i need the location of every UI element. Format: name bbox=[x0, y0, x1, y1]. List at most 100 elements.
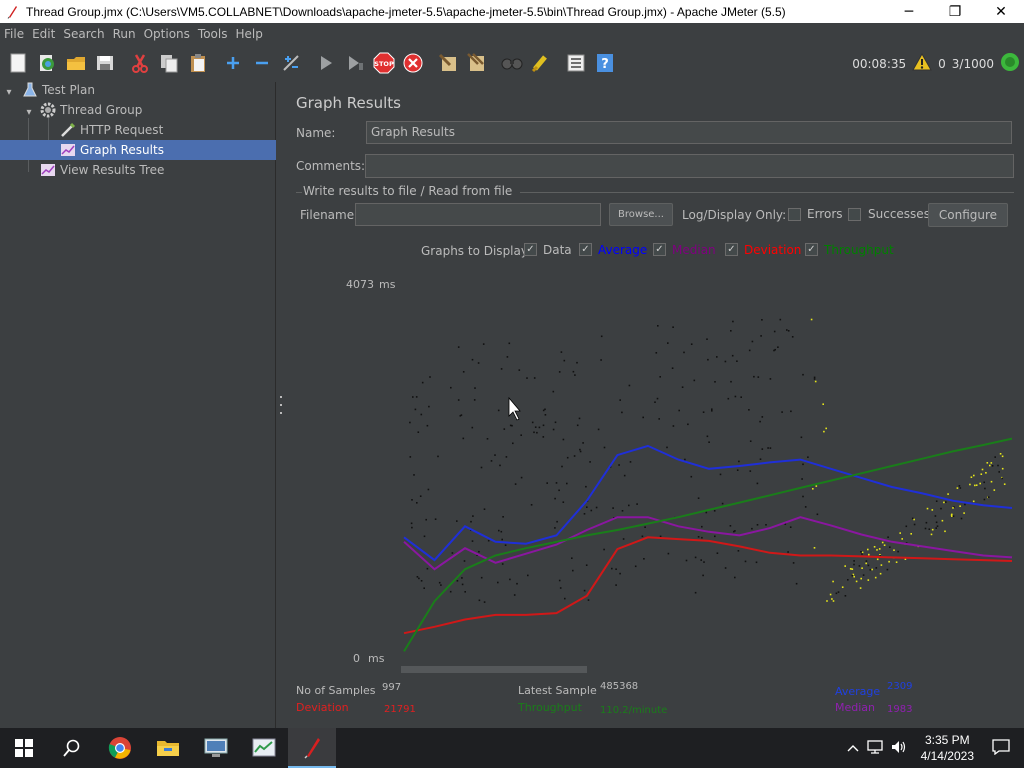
sample-point bbox=[958, 485, 961, 487]
sample-point bbox=[419, 495, 422, 497]
menu-help[interactable]: Help bbox=[235, 27, 270, 41]
chrome-taskbar-button[interactable] bbox=[96, 728, 144, 768]
taskbar-clock[interactable]: 3:35 PM 4/14/2023 bbox=[911, 732, 984, 764]
sample-point bbox=[956, 487, 959, 489]
templates-icon[interactable] bbox=[35, 51, 59, 75]
jmeter-taskbar-button[interactable] bbox=[288, 728, 336, 768]
sample-point bbox=[621, 510, 624, 512]
chevron-down-icon[interactable]: ▾ bbox=[23, 106, 35, 118]
sample-point bbox=[471, 426, 474, 429]
close-button[interactable]: ✕ bbox=[978, 0, 1024, 23]
function-helper-icon[interactable] bbox=[564, 51, 588, 75]
volume-icon[interactable] bbox=[887, 740, 911, 757]
configure-button[interactable]: Configure bbox=[928, 203, 1008, 227]
menu-search[interactable]: Search bbox=[63, 27, 112, 41]
sample-point bbox=[657, 325, 659, 327]
menu-edit[interactable]: Edit bbox=[32, 27, 63, 41]
sample-point bbox=[509, 578, 511, 581]
tree-item-http-request[interactable]: HTTP Request bbox=[60, 120, 260, 140]
sample-point bbox=[587, 599, 590, 601]
errors-checkbox[interactable] bbox=[788, 208, 801, 221]
sample-point bbox=[883, 544, 886, 546]
clear-icon[interactable] bbox=[436, 51, 460, 75]
sample-point bbox=[844, 565, 846, 567]
sample-point bbox=[498, 529, 500, 532]
open-icon[interactable] bbox=[64, 51, 88, 75]
sample-point bbox=[859, 587, 862, 589]
sample-point bbox=[574, 374, 576, 376]
panel-splitter[interactable] bbox=[276, 82, 286, 728]
clear-all-icon[interactable] bbox=[465, 51, 489, 75]
reset-search-icon[interactable] bbox=[529, 51, 553, 75]
latest-sample-value: 485368 bbox=[600, 681, 639, 692]
sample-point bbox=[829, 593, 832, 596]
cut-icon[interactable] bbox=[128, 51, 152, 75]
sample-point bbox=[990, 462, 993, 464]
search-icon[interactable] bbox=[500, 51, 524, 75]
shutdown-icon[interactable] bbox=[401, 51, 425, 75]
task-manager-taskbar-button[interactable] bbox=[240, 728, 288, 768]
tree-item-thread-group[interactable]: Thread Group bbox=[40, 100, 240, 120]
tree-item-test-plan[interactable]: Test Plan bbox=[22, 80, 202, 100]
deviation-checkbox[interactable]: ✓ bbox=[725, 243, 738, 256]
sample-point bbox=[975, 484, 978, 486]
network-icon[interactable] bbox=[863, 739, 887, 757]
menu-options[interactable]: Options bbox=[144, 27, 198, 41]
sample-point bbox=[769, 378, 772, 380]
stop-icon[interactable]: STOP bbox=[372, 51, 396, 75]
average-checkbox[interactable]: ✓ bbox=[579, 243, 592, 256]
name-label: Name: bbox=[296, 126, 336, 140]
name-field[interactable]: Graph Results bbox=[366, 121, 1012, 144]
throughput-checkbox[interactable]: ✓ bbox=[805, 243, 818, 256]
browse-button[interactable]: Browse... bbox=[609, 203, 673, 226]
expand-icon[interactable] bbox=[221, 51, 245, 75]
graph-scrollbar[interactable] bbox=[401, 666, 587, 673]
file-explorer-taskbar-button[interactable] bbox=[144, 728, 192, 768]
toggle-icon[interactable] bbox=[279, 51, 303, 75]
filename-field[interactable] bbox=[355, 203, 601, 226]
tree-item-view-results-tree[interactable]: View Results Tree bbox=[40, 160, 240, 180]
sample-point bbox=[887, 536, 889, 538]
splitter-grip-icon[interactable] bbox=[279, 396, 283, 414]
warning-icon[interactable] bbox=[912, 52, 932, 74]
median-checkbox[interactable]: ✓ bbox=[653, 243, 666, 256]
sample-point bbox=[558, 579, 561, 582]
start-icon[interactable] bbox=[314, 51, 338, 75]
sample-point bbox=[748, 409, 750, 411]
save-icon[interactable] bbox=[93, 51, 117, 75]
maximize-button[interactable]: ❐ bbox=[932, 0, 978, 23]
remote-desktop-taskbar-button[interactable] bbox=[192, 728, 240, 768]
filename-label: Filename bbox=[300, 208, 355, 222]
menu-tools[interactable]: Tools bbox=[198, 27, 236, 41]
new-icon[interactable] bbox=[6, 51, 30, 75]
start-no-pause-icon[interactable] bbox=[343, 51, 367, 75]
comments-field[interactable] bbox=[365, 154, 1014, 178]
sample-point bbox=[542, 424, 545, 427]
chevron-up-icon[interactable] bbox=[843, 741, 863, 755]
start-button[interactable] bbox=[0, 728, 48, 768]
minimize-button[interactable]: ─ bbox=[886, 0, 932, 23]
copy-icon[interactable] bbox=[157, 51, 181, 75]
series-line-deviation bbox=[403, 536, 1013, 635]
search-button[interactable] bbox=[48, 728, 96, 768]
chevron-down-icon[interactable]: ▾ bbox=[3, 86, 15, 98]
data-checkbox[interactable]: ✓ bbox=[524, 243, 537, 256]
sample-point bbox=[730, 380, 732, 383]
sample-point bbox=[642, 416, 644, 419]
menu-file[interactable]: File bbox=[4, 27, 32, 41]
notifications-icon[interactable] bbox=[984, 738, 1024, 758]
deviation-value: 21791 bbox=[384, 704, 416, 715]
sample-point bbox=[816, 513, 819, 516]
paste-icon[interactable] bbox=[186, 51, 210, 75]
sample-point bbox=[974, 484, 976, 487]
sample-point bbox=[701, 525, 703, 528]
collapse-icon[interactable] bbox=[250, 51, 274, 75]
help-icon[interactable]: ? bbox=[593, 51, 617, 75]
sample-point bbox=[1001, 455, 1004, 458]
mouse-cursor-icon bbox=[508, 396, 521, 421]
successes-checkbox[interactable] bbox=[848, 208, 861, 221]
sample-point bbox=[413, 474, 415, 476]
tree-item-graph-results[interactable]: Graph Results bbox=[0, 140, 276, 160]
menu-run[interactable]: Run bbox=[113, 27, 144, 41]
sample-point bbox=[925, 521, 928, 524]
